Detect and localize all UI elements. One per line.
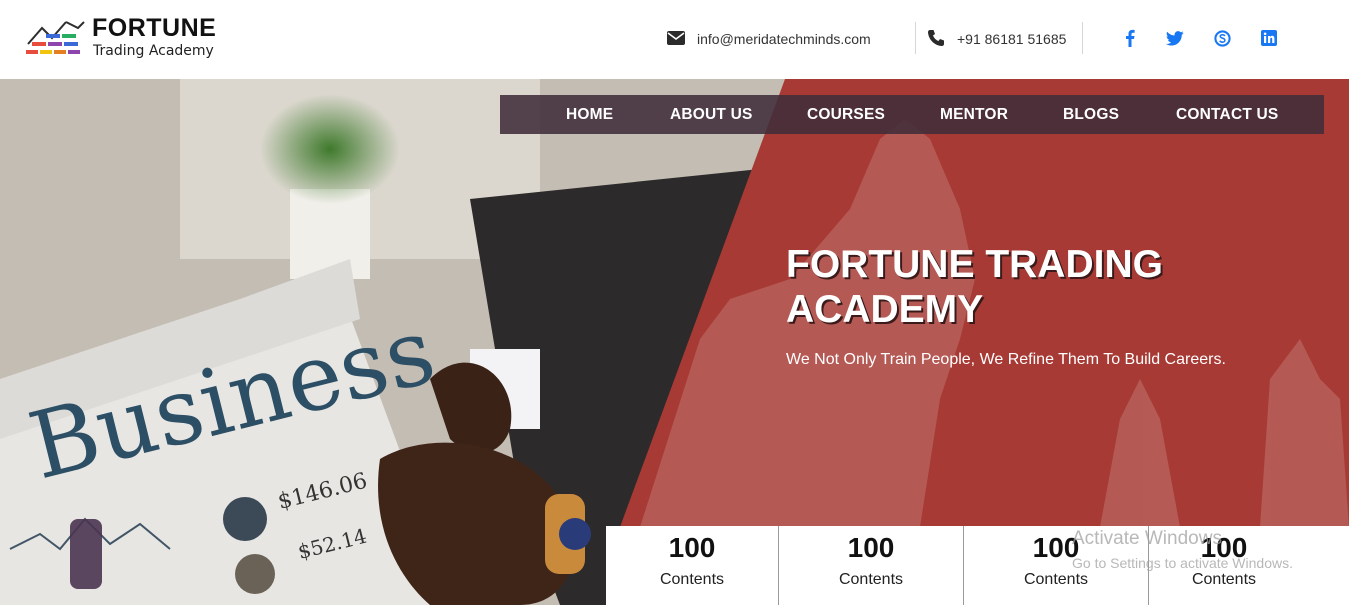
skype-icon[interactable] (1212, 27, 1232, 49)
stat-label: Contents (838, 571, 904, 588)
logo[interactable]: FORTUNE Trading Academy (26, 14, 226, 64)
nav-courses[interactable]: COURSES (807, 106, 885, 124)
logo-subtitle: Trading Academy (93, 43, 214, 59)
stat-value: 100 (847, 532, 895, 563)
top-header: FORTUNE Trading Academy info@meridatechm… (0, 0, 1349, 79)
facebook-icon[interactable] (1120, 27, 1140, 49)
nav-about-us[interactable]: ABOUT US (670, 106, 753, 124)
email-contact[interactable]: info@meridatechminds.com (667, 28, 871, 50)
phone-contact[interactable]: +91 86181 51685 (927, 28, 1066, 50)
logo-mark-icon (26, 21, 85, 54)
phone-icon (927, 29, 945, 50)
stat-value: 100 (668, 532, 716, 563)
email-text: info@meridatechminds.com (697, 31, 871, 47)
header-divider (1082, 22, 1083, 54)
nav-home[interactable]: HOME (566, 106, 613, 124)
nav-blogs[interactable]: BLOGS (1063, 106, 1119, 124)
twitter-icon[interactable] (1165, 27, 1185, 49)
hero-title: FORTUNE TRADING ACADEMY (786, 243, 1163, 331)
envelope-icon (667, 30, 685, 48)
windows-activation-watermark: Activate Windows (1072, 528, 1222, 549)
stat-label: Contents (1191, 571, 1257, 588)
header-divider (915, 22, 916, 54)
logo-title: FORTUNE (92, 14, 217, 42)
stat-card: 100 Contents (779, 526, 963, 605)
stat-label: Contents (1023, 571, 1089, 588)
phone-text: +91 86181 51685 (957, 31, 1067, 47)
stat-card: 100 Contents (606, 526, 778, 605)
stat-label: Contents (659, 571, 725, 588)
nav-mentor[interactable]: MENTOR (940, 106, 1008, 124)
hero-banner: Business $146.06 $52.14 HOME ABOUT US CO… (0, 79, 1349, 605)
main-navigation: HOME ABOUT US COURSES MENTOR BLOGS CONTA… (500, 95, 1324, 134)
windows-activation-hint: Go to Settings to activate Windows. (1072, 555, 1293, 571)
hero-subtitle: We Not Only Train People, We Refine Them… (786, 351, 1226, 368)
linkedin-icon[interactable] (1259, 27, 1279, 49)
nav-contact-us[interactable]: CONTACT US (1176, 106, 1278, 124)
